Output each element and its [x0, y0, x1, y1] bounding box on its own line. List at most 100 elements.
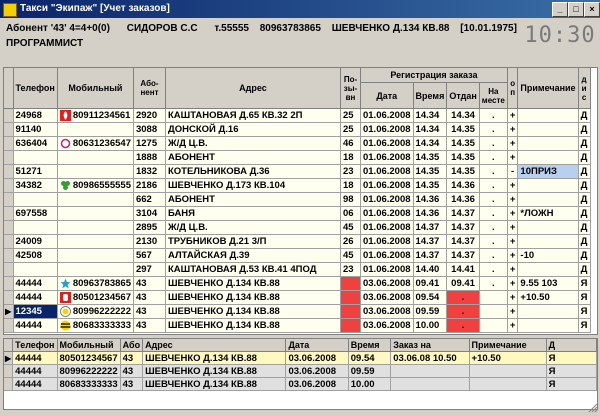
- cell-date[interactable]: 01.06.2008: [360, 178, 414, 193]
- cell-op[interactable]: +: [507, 122, 519, 137]
- cell-phone[interactable]: 44444: [12, 364, 58, 378]
- cell-on-site[interactable]: .: [479, 178, 508, 193]
- cell-phone[interactable]: 697558: [13, 206, 58, 221]
- cell-disp[interactable]: Д: [578, 248, 591, 263]
- cell-on-site[interactable]: [479, 318, 508, 333]
- cell-note[interactable]: [517, 108, 579, 123]
- cell-address[interactable]: ШЕВЧЕНКО Д.173 КВ.104: [165, 178, 341, 193]
- cell-disp[interactable]: Д: [578, 136, 591, 151]
- cell-phone[interactable]: 12345: [13, 304, 58, 319]
- cell-address[interactable]: ТРУБНИКОВ Д.21 3/П: [165, 234, 341, 249]
- cell-note[interactable]: [469, 364, 547, 378]
- cell-op[interactable]: +: [507, 304, 519, 319]
- cell-abonent[interactable]: 43: [120, 351, 144, 365]
- cell-mobile[interactable]: 80986555555: [57, 178, 134, 193]
- cell-date[interactable]: 03.06.2008: [285, 364, 349, 378]
- cell-sent[interactable]: 14.37: [446, 248, 480, 263]
- order-row[interactable]: 297 КАШТАНОВАЯ Д.53 КВ.41 4ПОД 23 01.06.200…: [4, 262, 591, 277]
- header-op[interactable]: о п: [507, 68, 519, 109]
- header-abonent[interactable]: Або: [120, 339, 144, 352]
- cell-date[interactable]: 03.06.2008: [360, 304, 414, 319]
- cell-callsign[interactable]: 25: [340, 122, 361, 137]
- cell-mobile[interactable]: 80996222222: [57, 304, 134, 319]
- cell-op[interactable]: +: [507, 108, 519, 123]
- cell-sent[interactable]: 14.35: [446, 164, 480, 179]
- cell-note[interactable]: *ЛОЖН: [517, 206, 579, 221]
- header-time[interactable]: Время: [413, 82, 448, 109]
- cell-on-site[interactable]: .: [479, 192, 508, 207]
- cell-abonent[interactable]: 43: [133, 276, 166, 291]
- row-indicator[interactable]: [4, 377, 14, 391]
- cell-callsign[interactable]: 18: [340, 150, 361, 165]
- cell-time[interactable]: 14.35: [413, 178, 448, 193]
- cell-time[interactable]: 09.59: [348, 364, 392, 378]
- row-indicator[interactable]: [4, 150, 14, 165]
- cell-sent[interactable]: 14.36: [446, 178, 480, 193]
- order-row[interactable]: 42508 567 АЛТАЙСКАЯ Д.39 45 01.06.2008 14.37 1…: [4, 248, 591, 263]
- cell-address[interactable]: ШЕВЧЕНКО Д.134 КВ.88: [165, 318, 341, 333]
- cell-callsign[interactable]: 45: [340, 248, 361, 263]
- cell-callsign[interactable]: 23: [340, 164, 361, 179]
- header-disp[interactable]: д и с: [578, 68, 591, 109]
- close-button[interactable]: ×: [584, 2, 600, 17]
- cell-sent[interactable]: 14.37: [446, 234, 480, 249]
- cell-op[interactable]: +: [507, 262, 519, 277]
- cell-abonent[interactable]: 43: [133, 318, 166, 333]
- cell-disp[interactable]: Я: [578, 304, 591, 319]
- cell-sent[interactable]: 09.41: [446, 276, 480, 291]
- cell-disp[interactable]: Я: [578, 290, 591, 305]
- cell-on-site[interactable]: .: [479, 206, 508, 221]
- cell-time[interactable]: 14.34: [413, 122, 448, 137]
- header-time[interactable]: Время: [348, 339, 392, 352]
- cell-note[interactable]: [517, 304, 579, 319]
- cell-phone[interactable]: [13, 220, 58, 235]
- cell-note[interactable]: [517, 318, 579, 333]
- minimize-button[interactable]: _: [552, 2, 568, 17]
- cell-phone[interactable]: 44444: [13, 276, 58, 291]
- cell-address[interactable]: ШЕВЧЕНКО Д.134 КВ.88: [142, 351, 287, 365]
- order-row[interactable]: 24968 80911234561 2920 КАШТАНОВАЯ Д.65 КВ.3…: [4, 108, 591, 123]
- cell-mobile[interactable]: [57, 122, 134, 137]
- cell-phone[interactable]: 42508: [13, 248, 58, 263]
- cell-date[interactable]: 03.06.2008: [285, 351, 349, 365]
- cell-abonent[interactable]: 43: [120, 364, 144, 378]
- header-mobile[interactable]: Мобильный: [57, 68, 134, 109]
- cell-date[interactable]: 01.06.2008: [360, 108, 414, 123]
- maximize-button[interactable]: □: [568, 2, 584, 17]
- cell-address[interactable]: ШЕВЧЕНКО Д.134 КВ.88: [165, 290, 341, 305]
- cell-address[interactable]: КОТЕЛЬНИКОВА Д.36: [165, 164, 341, 179]
- order-row[interactable]: 636404 80631236547 1275 Ж/Д Ц.В. 46 01.06.200…: [4, 136, 591, 151]
- header-address[interactable]: Адрес: [165, 68, 341, 109]
- cell-date[interactable]: 01.06.2008: [360, 150, 414, 165]
- order-row[interactable]: 662 АБОНЕНТ 98 01.06.2008 14.36 14.36. + Д: [4, 192, 591, 207]
- order-row[interactable]: 1888 АБОНЕНТ 18 01.06.2008 14.35 14.35. + Д: [4, 150, 591, 165]
- cell-d[interactable]: Я: [546, 364, 597, 378]
- order-row[interactable]: 44444 80963783865 43 ШЕВЧЕНКО Д.134 КВ.88 03…: [4, 276, 591, 291]
- cell-phone[interactable]: 636404: [13, 136, 58, 151]
- cell-time[interactable]: 09.54: [413, 290, 448, 305]
- cell-op[interactable]: +: [507, 192, 519, 207]
- cell-note[interactable]: -10: [517, 248, 579, 263]
- cell-op[interactable]: +: [507, 318, 519, 333]
- cell-date[interactable]: 01.06.2008: [360, 220, 414, 235]
- row-indicator[interactable]: [4, 290, 14, 305]
- cell-disp[interactable]: Д: [578, 108, 591, 123]
- cell-disp[interactable]: Д: [578, 220, 591, 235]
- cell-sent[interactable]: 14.36: [446, 192, 480, 207]
- row-indicator[interactable]: [4, 318, 14, 333]
- cell-mobile[interactable]: 80501234567: [57, 290, 134, 305]
- row-indicator[interactable]: [4, 276, 14, 291]
- cell-on-site[interactable]: .: [479, 276, 508, 291]
- cell-phone[interactable]: 44444: [12, 351, 58, 365]
- header-sent[interactable]: Отдан: [446, 82, 480, 109]
- cell-time[interactable]: 09.41: [413, 276, 448, 291]
- cell-callsign[interactable]: 98: [340, 192, 361, 207]
- cell-time[interactable]: 14.35: [413, 150, 448, 165]
- cell-on-site[interactable]: .: [479, 136, 508, 151]
- cell-d[interactable]: Я: [546, 351, 597, 365]
- cell-address[interactable]: ШЕВЧЕНКО Д.134 КВ.88: [165, 276, 341, 291]
- cell-disp[interactable]: Я: [578, 318, 591, 333]
- header-order-for[interactable]: Заказ на: [390, 339, 470, 352]
- cell-abonent[interactable]: 2920: [133, 108, 166, 123]
- cell-sent[interactable]: 14.41: [446, 262, 480, 277]
